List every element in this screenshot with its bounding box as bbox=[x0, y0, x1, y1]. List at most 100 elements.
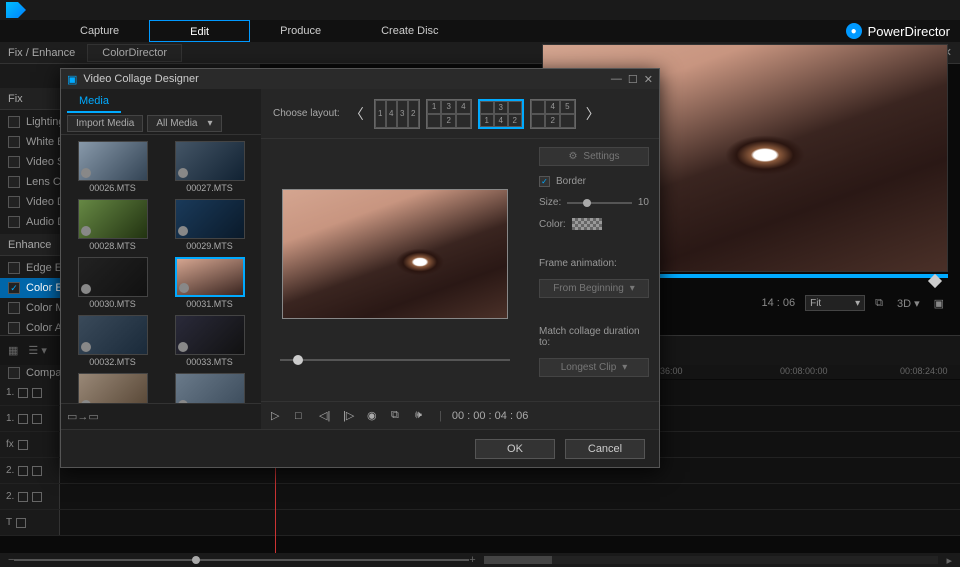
track-head[interactable]: 1. bbox=[0, 406, 60, 431]
import-media-button[interactable]: Import Media bbox=[67, 115, 143, 132]
thumb-image[interactable] bbox=[78, 315, 148, 355]
thumb-image[interactable] bbox=[175, 315, 245, 355]
color-director-button[interactable]: ColorDirector bbox=[87, 44, 182, 62]
h-scroll-thumb[interactable] bbox=[484, 556, 552, 564]
thumb-image[interactable] bbox=[78, 257, 148, 297]
media-thumb[interactable]: 00029.MTS bbox=[164, 199, 255, 251]
tab-edit[interactable]: Edit bbox=[149, 20, 250, 42]
lock-icon[interactable] bbox=[18, 440, 28, 450]
tick: 36:00 bbox=[660, 366, 683, 376]
track-head[interactable]: 2. bbox=[0, 458, 60, 483]
checkbox[interactable]: ✓ bbox=[8, 282, 20, 294]
layout-option[interactable]: 3142 bbox=[478, 99, 524, 129]
collage-canvas[interactable] bbox=[282, 189, 508, 319]
lock-icon[interactable] bbox=[32, 414, 42, 424]
media-thumb[interactable]: 00033.MTS bbox=[164, 315, 255, 367]
snapshot-icon[interactable]: ▣ bbox=[930, 297, 948, 310]
media-thumb[interactable] bbox=[67, 373, 158, 403]
checkbox[interactable] bbox=[8, 136, 20, 148]
undock-icon[interactable]: ⧉ bbox=[871, 297, 887, 310]
next-frame-icon[interactable]: |▷ bbox=[343, 409, 357, 422]
stop-icon[interactable]: □ bbox=[295, 410, 309, 422]
border-checkbox[interactable]: ✓ bbox=[539, 176, 550, 187]
thumb-image[interactable] bbox=[78, 373, 148, 403]
thumb-image[interactable] bbox=[175, 199, 245, 239]
thumb-image[interactable] bbox=[175, 373, 245, 403]
fit-select[interactable]: Fit▾ bbox=[805, 295, 865, 311]
checkbox[interactable] bbox=[8, 176, 20, 188]
check-icon[interactable] bbox=[32, 388, 42, 398]
layout-next-icon[interactable]: 〉 bbox=[586, 104, 600, 124]
compare-checkbox[interactable] bbox=[8, 367, 20, 379]
thumb-image[interactable] bbox=[78, 141, 148, 181]
camera-icon[interactable]: ◉ bbox=[367, 409, 381, 422]
zoom-in-icon[interactable]: + bbox=[469, 554, 475, 566]
play-icon[interactable]: ▷ bbox=[271, 409, 285, 422]
layout-option[interactable]: 1342 bbox=[426, 99, 472, 129]
layout-prev-icon[interactable]: 〈 bbox=[350, 104, 364, 124]
loop-icon[interactable]: ⧉ bbox=[391, 409, 405, 422]
frame-animation-select[interactable]: From Beginning▾ bbox=[539, 279, 649, 298]
checkbox[interactable] bbox=[8, 322, 20, 334]
list-view-icon[interactable]: ☰ ▾ bbox=[28, 344, 46, 357]
h-scroll-track[interactable] bbox=[484, 556, 939, 564]
bottom-scrollbar[interactable]: − + ▸ bbox=[0, 553, 960, 567]
scroll-right-icon[interactable]: ▸ bbox=[946, 554, 952, 567]
audio-icon[interactable] bbox=[18, 414, 28, 424]
size-slider[interactable] bbox=[567, 202, 632, 204]
media-thumb[interactable]: 00028.MTS bbox=[67, 199, 158, 251]
media-thumb[interactable]: 00026.MTS bbox=[67, 141, 158, 193]
thumb-label: 00030.MTS bbox=[89, 299, 136, 309]
cancel-button[interactable]: Cancel bbox=[565, 439, 645, 459]
tab-capture[interactable]: Capture bbox=[50, 20, 149, 42]
media-thumb[interactable] bbox=[164, 373, 255, 403]
track-head[interactable]: 1. bbox=[0, 380, 60, 405]
media-thumb[interactable]: 00031.MTS bbox=[164, 257, 255, 309]
ok-button[interactable]: OK bbox=[475, 439, 555, 459]
track-body[interactable] bbox=[60, 510, 960, 535]
grid-view-icon[interactable]: ▦ bbox=[8, 344, 18, 357]
all-media-select[interactable]: All Media▾ bbox=[147, 115, 221, 132]
media-thumb[interactable]: 00027.MTS bbox=[164, 141, 255, 193]
volume-icon[interactable]: 🕪 bbox=[415, 409, 429, 422]
track-head[interactable]: fx bbox=[0, 432, 60, 457]
checkbox[interactable] bbox=[8, 196, 20, 208]
film-icon[interactable] bbox=[18, 388, 28, 398]
lock-icon[interactable] bbox=[16, 518, 26, 528]
minimize-icon[interactable]: — bbox=[611, 73, 622, 86]
thumb-image[interactable] bbox=[175, 141, 245, 181]
media-thumb[interactable]: 00032.MTS bbox=[67, 315, 158, 367]
layout-option[interactable]: 1432 bbox=[374, 99, 420, 129]
tab-create-disc[interactable]: Create Disc bbox=[351, 20, 468, 42]
checkbox[interactable] bbox=[8, 302, 20, 314]
track-head[interactable]: 2. bbox=[0, 484, 60, 509]
media-tab[interactable]: Media bbox=[67, 91, 121, 113]
lock-icon[interactable] bbox=[32, 466, 42, 476]
lock-icon[interactable] bbox=[32, 492, 42, 502]
track-body[interactable] bbox=[60, 484, 960, 509]
storyboard-icon[interactable]: ▭→▭ bbox=[67, 410, 99, 423]
zoom-slider[interactable] bbox=[14, 559, 469, 561]
track-head[interactable]: T bbox=[0, 510, 60, 535]
layout-option[interactable]: 452 bbox=[530, 99, 576, 129]
match-duration-select[interactable]: Longest Clip▾ bbox=[539, 358, 649, 377]
canvas-zoom-slider[interactable] bbox=[280, 359, 510, 361]
dialog-close-icon[interactable]: ✕ bbox=[644, 73, 653, 86]
film-icon[interactable] bbox=[18, 466, 28, 476]
settings-button[interactable]: ⚙Settings bbox=[539, 147, 649, 166]
media-thumb[interactable]: 00030.MTS bbox=[67, 257, 158, 309]
dialog-title: Video Collage Designer bbox=[83, 73, 198, 85]
checkbox[interactable] bbox=[8, 262, 20, 274]
checkbox[interactable] bbox=[8, 216, 20, 228]
thumb-image[interactable] bbox=[78, 199, 148, 239]
checkbox[interactable] bbox=[8, 156, 20, 168]
3d-toggle[interactable]: 3D ▾ bbox=[893, 297, 924, 310]
thumb-image[interactable] bbox=[175, 257, 245, 297]
thumb-label: 00028.MTS bbox=[89, 241, 136, 251]
tab-produce[interactable]: Produce bbox=[250, 20, 351, 42]
prev-frame-icon[interactable]: ◁| bbox=[319, 409, 333, 422]
color-swatch[interactable] bbox=[572, 218, 602, 230]
audio-icon[interactable] bbox=[18, 492, 28, 502]
maximize-icon[interactable]: ☐ bbox=[628, 73, 638, 86]
checkbox[interactable] bbox=[8, 116, 20, 128]
